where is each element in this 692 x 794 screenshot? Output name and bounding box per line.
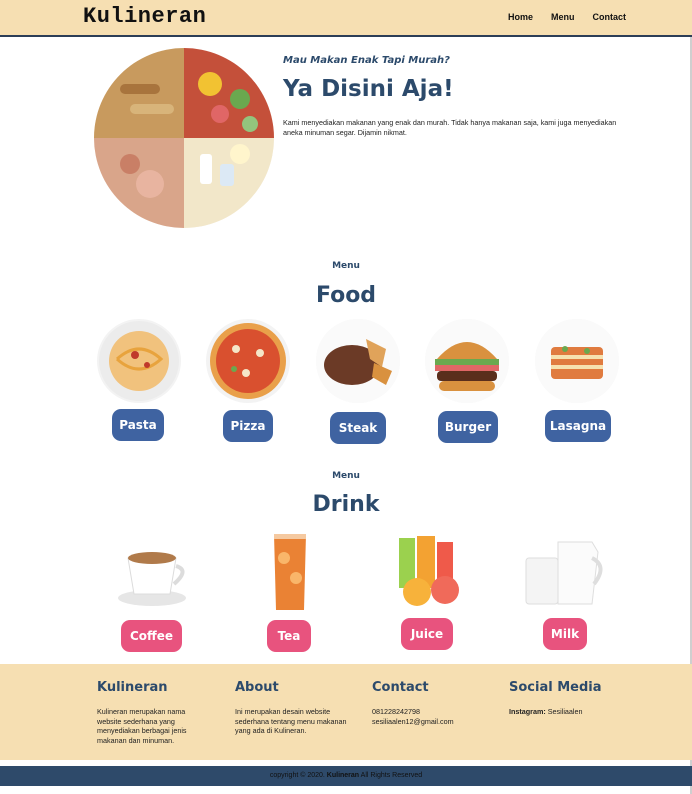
brand-logo[interactable]: Kulineran	[83, 4, 206, 29]
footer-contact-title: Contact	[372, 680, 429, 695]
food-wheel-image	[94, 48, 274, 228]
pizza-button[interactable]: Pizza	[223, 410, 273, 442]
footer-about-brand: Kulineran Kulineran merupakan nama websi…	[97, 680, 207, 745]
drink-section-kicker: Menu	[332, 471, 360, 481]
lasagna-button[interactable]: Lasagna	[545, 410, 611, 442]
pizza-image	[206, 319, 290, 403]
site-footer: Kulineran Kulineran merupakan nama websi…	[0, 664, 692, 760]
site-header: Kulineran Home Menu Contact	[0, 0, 692, 37]
footer-about: About Ini merupakan desain website seder…	[235, 680, 347, 736]
hero-title: Ya Disini Aja!	[283, 76, 454, 102]
footer-contact: Contact 081228242798 sesiliaalen12@gmail…	[372, 680, 492, 726]
tea-button[interactable]: Tea	[267, 620, 311, 652]
footer-brand-text: Kulineran merupakan nama website sederha…	[97, 707, 187, 745]
coffee-image	[118, 552, 186, 606]
tea-image	[274, 534, 306, 610]
juice-button[interactable]: Juice	[401, 618, 453, 650]
nav-contact-link[interactable]: Contact	[593, 12, 627, 22]
footer-social-text: Instagram: Sesiliaalen	[509, 707, 639, 717]
copyright-prefix: copyright © 2020.	[269, 772, 325, 779]
copyright-brand: Kulineran	[326, 772, 360, 779]
footer-brand-title: Kulineran	[97, 680, 168, 695]
food-section-title: Food	[315, 283, 377, 308]
food-section-kicker: Menu	[332, 261, 360, 271]
milk-button[interactable]: Milk	[543, 618, 587, 650]
steak-button[interactable]: Steak	[330, 412, 386, 444]
footer-contact-text: 081228242798 sesiliaalen12@gmail.com	[372, 707, 492, 726]
footer-phone: 081228242798	[372, 707, 420, 716]
lasagna-image	[535, 319, 619, 403]
pasta-image	[97, 319, 181, 403]
nav-menu-link[interactable]: Menu	[551, 12, 575, 22]
nav-home-link[interactable]: Home	[508, 12, 533, 22]
footer-instagram-label: Instagram:	[509, 707, 546, 716]
footer-social-title: Social Media	[509, 680, 602, 695]
main-nav: Home Menu Contact	[508, 12, 626, 22]
copyright-suffix: All Rights Reserved	[360, 772, 423, 779]
hero-description: Kami menyediakan makanan yang enak dan m…	[283, 118, 617, 137]
footer-social: Social Media Instagram: Sesiliaalen	[509, 680, 639, 717]
copyright: copyright © 2020. Kulineran All Rights R…	[0, 772, 692, 779]
footer-about-text: Ini merupakan desain website sederhana t…	[235, 707, 347, 735]
burger-image	[425, 319, 509, 403]
milk-image	[525, 541, 603, 605]
burger-button[interactable]: Burger	[438, 411, 498, 443]
footer-email[interactable]: sesiliaalen12@gmail.com	[372, 717, 492, 727]
footer-instagram-handle[interactable]: Sesiliaalen	[548, 707, 583, 716]
coffee-button[interactable]: Coffee	[121, 620, 182, 652]
drink-section-title: Drink	[312, 492, 380, 517]
steak-image	[316, 319, 400, 403]
juice-image	[399, 536, 459, 606]
pasta-button[interactable]: Pasta	[112, 409, 164, 441]
hero-subtitle: Mau Makan Enak Tapi Murah?	[283, 55, 450, 66]
footer-about-title: About	[235, 680, 279, 695]
